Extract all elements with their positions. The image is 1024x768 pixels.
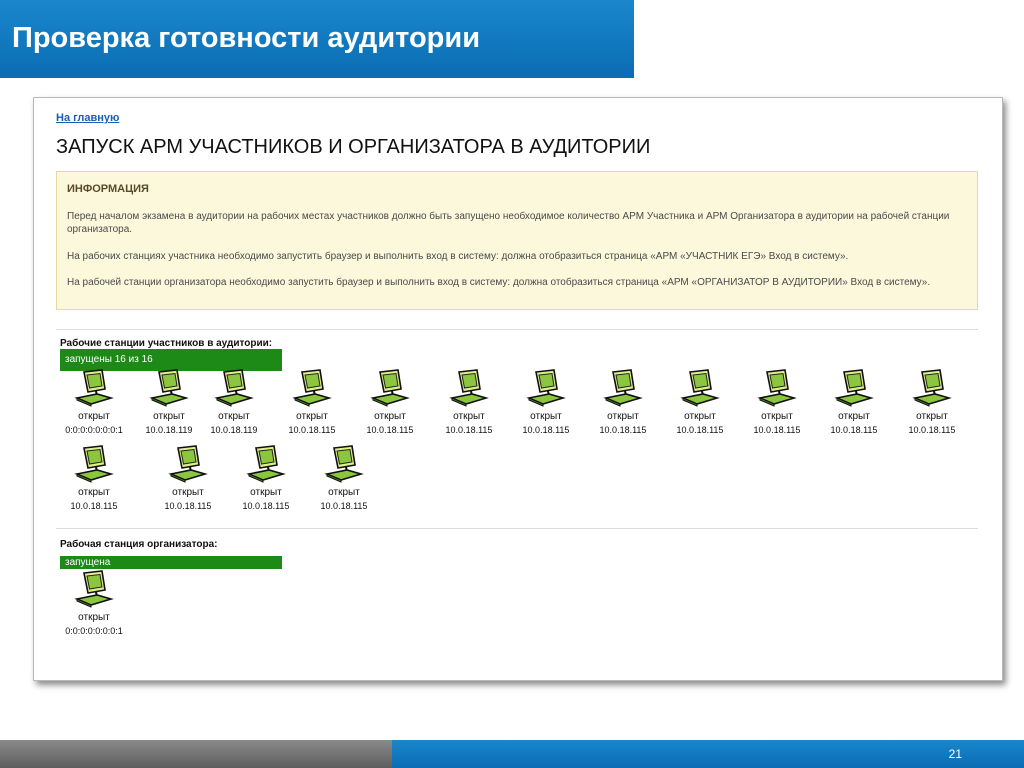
station-status: открыт: [172, 487, 204, 498]
station-status: открыт: [530, 411, 562, 422]
footer-left-bar: [0, 740, 392, 768]
station-ip: 10.0.18.115: [753, 425, 801, 435]
participant-station[interactable]: открыт 10.0.18.115: [739, 369, 815, 435]
station-status: открыт: [607, 411, 639, 422]
computer-icon: [585, 369, 661, 407]
page-heading: ЗАПУСК АРМ УЧАСТНИКОВ И ОРГАНИЗАТОРА В А…: [56, 136, 651, 158]
organizer-label: Рабочая станция организатора:: [60, 539, 218, 550]
station-ip: 0:0:0:0:0:0:0:1: [65, 626, 123, 636]
station-ip: 10.0.18.115: [676, 425, 724, 435]
participants-label: Рабочие станции участников в аудитории:: [60, 338, 273, 349]
participant-station[interactable]: открыт 10.0.18.115: [508, 369, 584, 435]
participant-station[interactable]: открыт 10.0.18.115: [352, 369, 428, 435]
computer-icon: [662, 369, 738, 407]
home-link[interactable]: На главную: [56, 112, 119, 124]
computer-icon: [274, 369, 350, 407]
computer-icon: [56, 570, 132, 608]
station-status: открыт: [250, 487, 282, 498]
station-status: открыт: [328, 487, 360, 498]
participant-station[interactable]: открыт 10.0.18.115: [56, 445, 132, 511]
participant-station[interactable]: открыт 10.0.18.115: [585, 369, 661, 435]
participant-station[interactable]: открыт 10.0.18.115: [150, 445, 226, 511]
computer-icon: [56, 445, 132, 483]
station-ip: 10.0.18.115: [70, 501, 118, 511]
station-status: открыт: [916, 411, 948, 422]
participant-station[interactable]: открыт 10.0.18.115: [274, 369, 350, 435]
divider: [56, 329, 978, 330]
participant-station[interactable]: открыт 10.0.18.115: [662, 369, 738, 435]
computer-icon: [816, 369, 892, 407]
screenshot-frame: На главную ЗАПУСК АРМ УЧАСТНИКОВ И ОРГАН…: [33, 97, 1003, 681]
slide-title-bar: Проверка готовности аудитории: [0, 0, 634, 78]
computer-icon: [56, 369, 132, 407]
station-status: открыт: [374, 411, 406, 422]
station-ip: 10.0.18.115: [908, 425, 956, 435]
organizer-status-bar: запущена: [60, 556, 282, 569]
organizer-station[interactable]: открыт 0:0:0:0:0:0:0:1: [56, 570, 132, 636]
station-ip: 10.0.18.115: [522, 425, 570, 435]
computer-icon: [739, 369, 815, 407]
info-title: ИНФОРМАЦИЯ: [67, 183, 149, 195]
participant-station[interactable]: открыт 10.0.18.119: [196, 369, 272, 435]
computer-icon: [508, 369, 584, 407]
station-ip: 10.0.18.115: [288, 425, 336, 435]
participant-station[interactable]: открыт 10.0.18.115: [228, 445, 304, 511]
station-ip: 10.0.18.115: [242, 501, 290, 511]
station-ip: 10.0.18.115: [320, 501, 368, 511]
station-ip: 0:0:0:0:0:0:0:1: [65, 425, 123, 435]
station-ip: 10.0.18.115: [599, 425, 647, 435]
page-number: 21: [948, 747, 962, 761]
computer-icon: [228, 445, 304, 483]
computer-icon: [196, 369, 272, 407]
station-status: открыт: [78, 411, 110, 422]
participant-station[interactable]: открыт 10.0.18.115: [816, 369, 892, 435]
station-ip: 10.0.18.115: [830, 425, 878, 435]
station-ip: 10.0.18.115: [445, 425, 493, 435]
station-status: открыт: [78, 487, 110, 498]
computer-icon: [352, 369, 428, 407]
station-ip: 10.0.18.119: [210, 425, 258, 435]
info-box: ИНФОРМАЦИЯ Перед началом экзамена в ауди…: [56, 171, 978, 310]
computer-icon: [150, 445, 226, 483]
station-status: открыт: [296, 411, 328, 422]
computer-icon: [306, 445, 382, 483]
station-status: открыт: [218, 411, 250, 422]
station-ip: 10.0.18.115: [366, 425, 414, 435]
slide-title: Проверка готовности аудитории: [12, 22, 481, 54]
info-paragraph-3: На рабочей станции организатора необходи…: [67, 277, 931, 288]
computer-icon: [431, 369, 507, 407]
divider: [56, 528, 978, 529]
station-status: открыт: [453, 411, 485, 422]
station-status: открыт: [78, 612, 110, 623]
participant-station[interactable]: открыт 0:0:0:0:0:0:0:1: [56, 369, 132, 435]
participants-status-bar: запущены 16 из 16: [60, 349, 282, 371]
station-status: открыт: [761, 411, 793, 422]
station-status: открыт: [838, 411, 870, 422]
computer-icon: [894, 369, 970, 407]
station-ip: 10.0.18.115: [164, 501, 212, 511]
info-paragraph-1: Перед началом экзамена в аудитории на ра…: [67, 211, 950, 235]
participant-station[interactable]: открыт 10.0.18.115: [894, 369, 970, 435]
participant-station[interactable]: открыт 10.0.18.115: [306, 445, 382, 511]
station-status: открыт: [684, 411, 716, 422]
info-paragraph-2: На рабочих станциях участника необходимо…: [67, 251, 849, 262]
footer-right-bar: 21: [392, 740, 1024, 768]
participant-station[interactable]: открыт 10.0.18.115: [431, 369, 507, 435]
